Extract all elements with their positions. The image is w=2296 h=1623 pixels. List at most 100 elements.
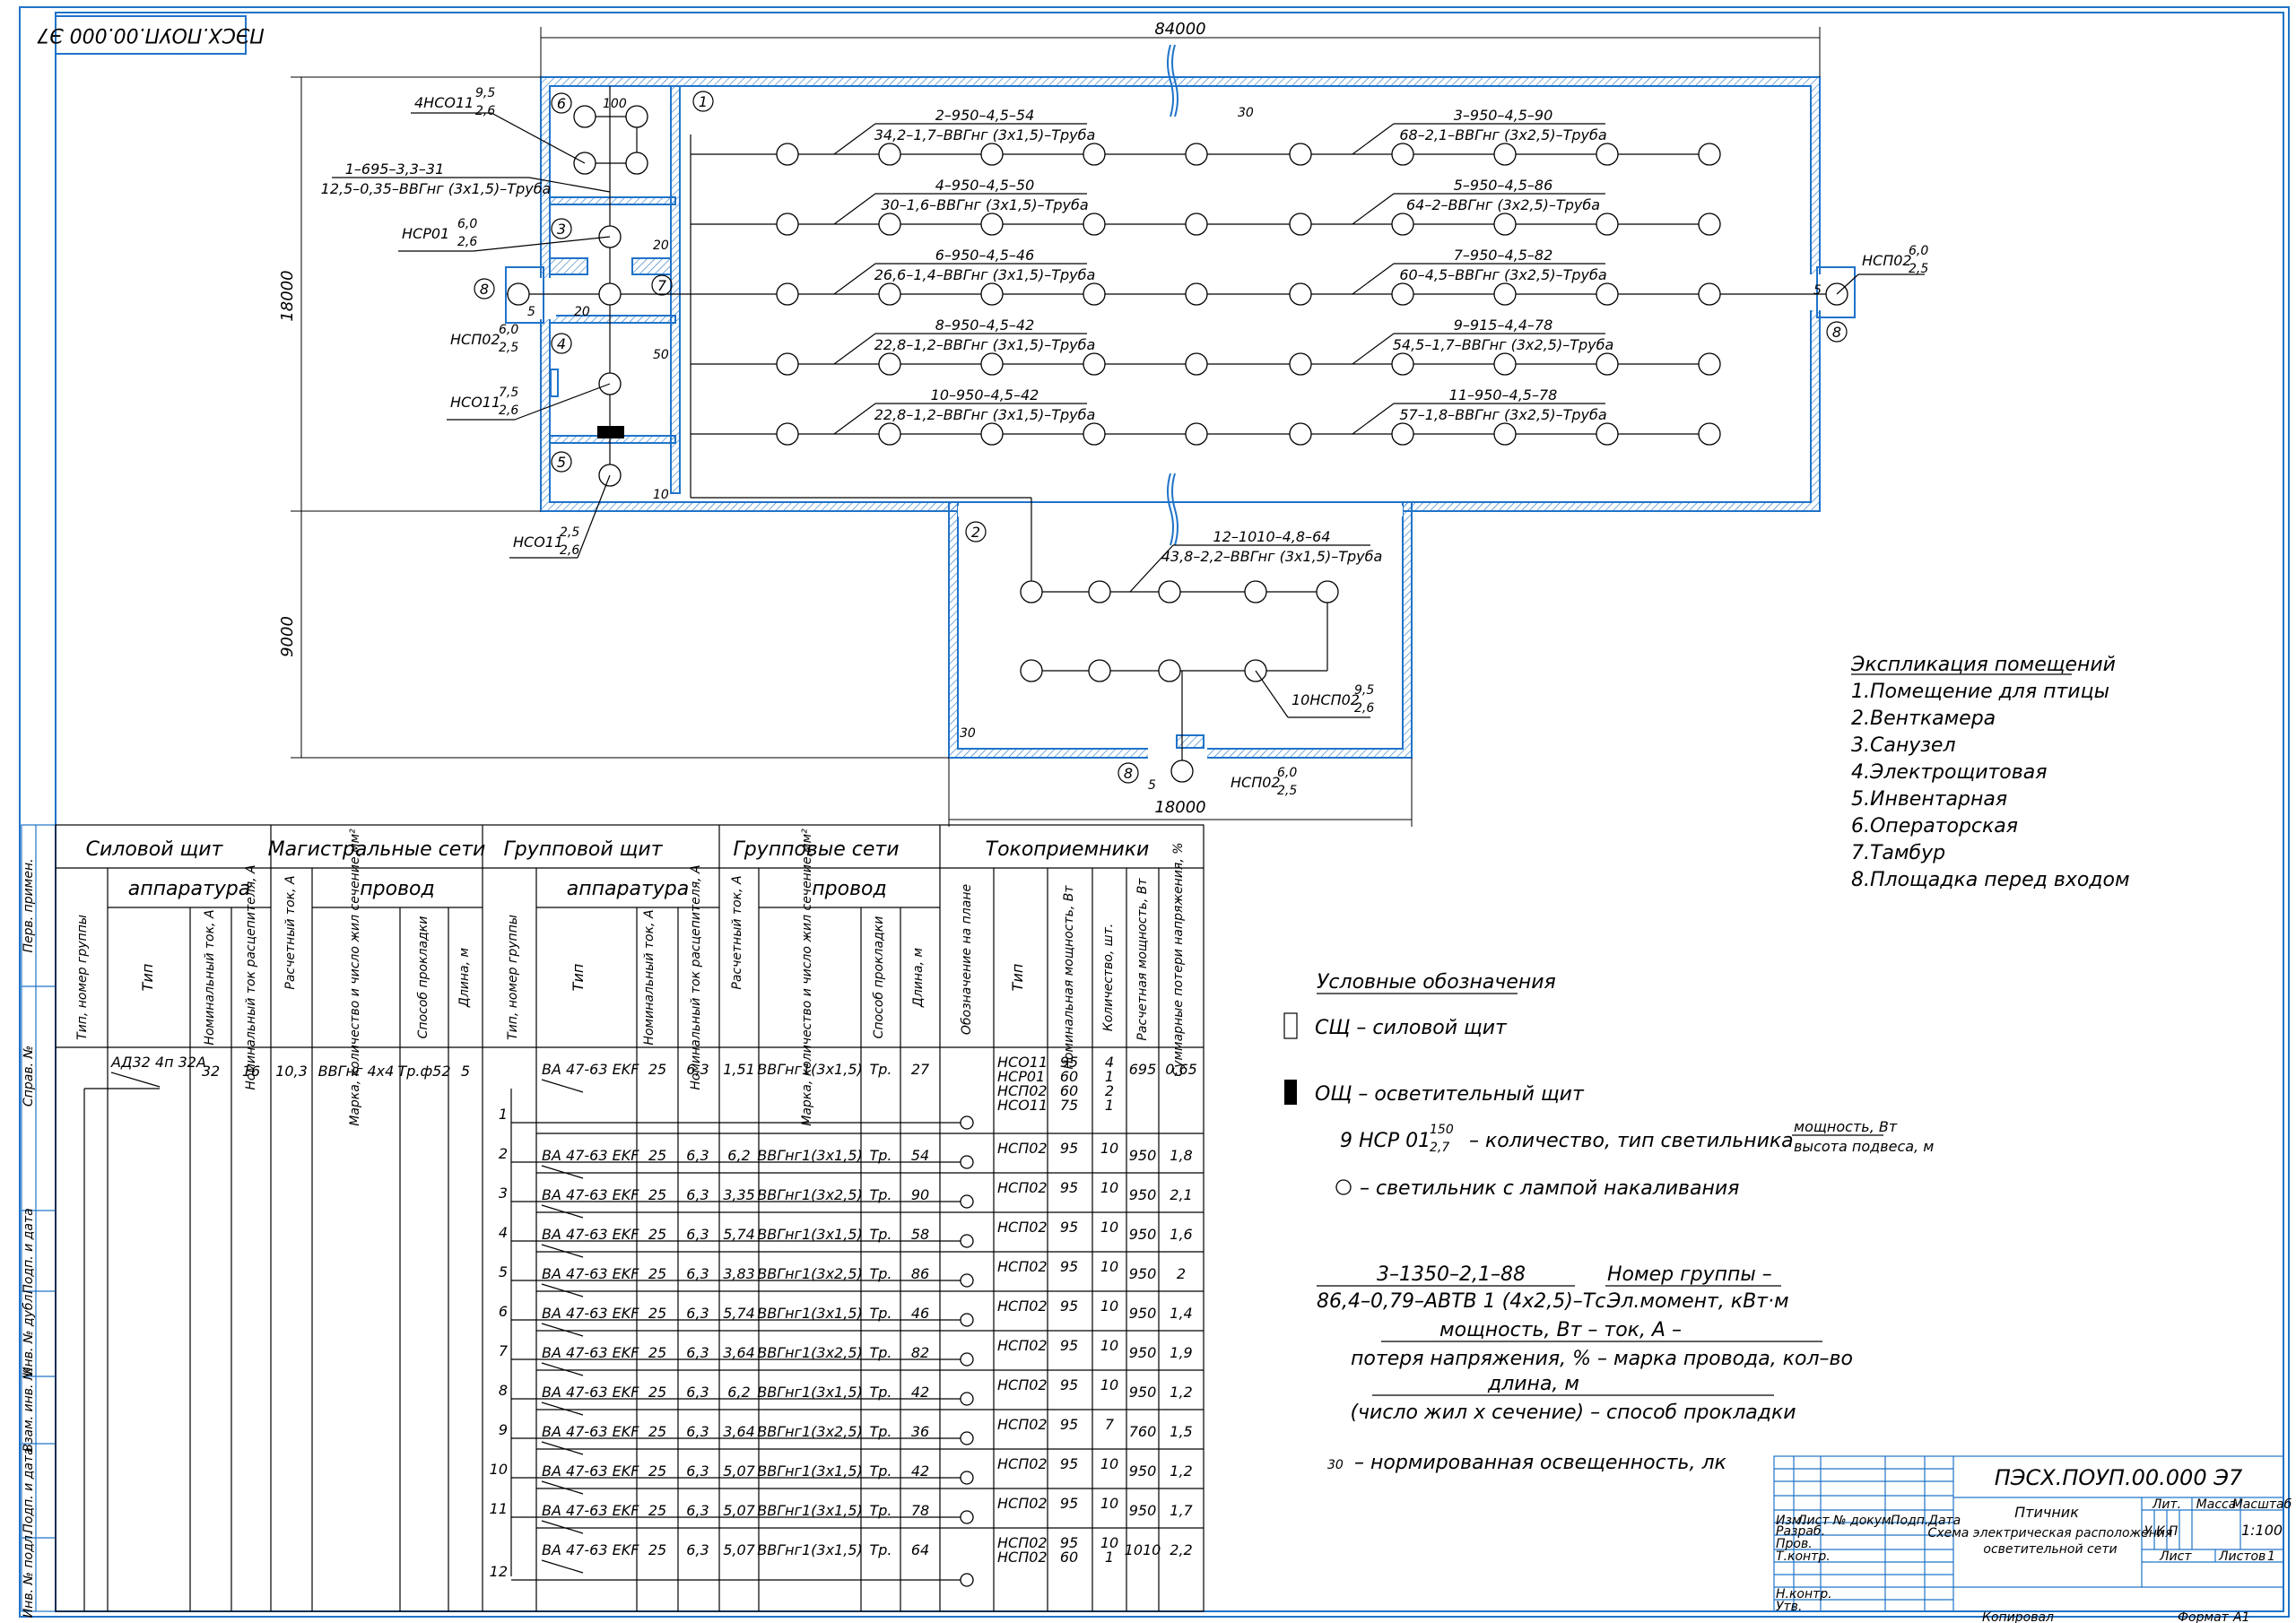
title-block-scale-label: Масштаб [2232, 1497, 2292, 1512]
title-block-sheets-value: 1 [2267, 1549, 2275, 1564]
lamp-icon [878, 282, 901, 306]
laying-method: Тр. [869, 1462, 891, 1480]
lamp-icon [507, 282, 530, 306]
nom-current: 25 [648, 1384, 666, 1401]
panel-schedule-table: Силовой щит Магистральные сети Групповой… [55, 824, 1205, 1612]
side-strip-label: Инв. № подл. [22, 1532, 36, 1619]
breaker-type: ВА 47-63 EKF [542, 1423, 639, 1440]
lamp-qty: 1 [1105, 1549, 1114, 1566]
laying-method: Тр. [869, 1541, 891, 1558]
stamp-code: ПЭСХ.ПОУП.00.000 Э7 [37, 23, 264, 46]
breaker-type: ВА 47-63 EKF [542, 1462, 639, 1480]
explication-item: 7.Тамбур [1851, 842, 1945, 864]
lamp-icon [776, 143, 799, 166]
room-number: 8 [480, 281, 489, 298]
title-block-format: Формат [2178, 1610, 2230, 1623]
breaker-type: ВА 47-63 EKF [542, 1305, 639, 1322]
lamp-icon [1083, 282, 1106, 306]
side-strip-label: Инв. № дубл. [22, 1290, 36, 1376]
legend-lamp-num: 150 [1430, 1123, 1454, 1137]
explication-item: 8.Площадка перед входом [1851, 869, 2130, 891]
title-block-format-value: А1 [2232, 1610, 2249, 1623]
legend-formula-bottom: 86,4–0,79–АВТВ 1 (4х2,5)–Тс. [1317, 1290, 1612, 1313]
drawing-sheet: ПЭСХ.ПОУП.00.000 Э7 84000 18000 9000 180… [19, 6, 2292, 1623]
lamp-icon [1391, 213, 1414, 236]
wire-length: 27 [911, 1061, 930, 1078]
title-block-scale: 1:100 [2241, 1522, 2283, 1539]
lamp-power: 95 [1060, 1455, 1078, 1472]
side-strip-label: Справ. № [22, 1046, 36, 1107]
title-block-lit-u: У [2144, 1524, 2153, 1539]
legend-power-label: мощность, Вт [1794, 1118, 1898, 1135]
group-label-bottom: 22,8–1,2–ВВГнг (3х1,5)–Труба [874, 336, 1096, 353]
breaker-type: ВА 47-63 EKF [542, 1344, 639, 1361]
explication-item: 1.Помещение для птицы [1851, 681, 2109, 703]
legend-desc5: длина, м [1487, 1373, 1579, 1395]
col-trip-current: Номинальный ток расцепителя, А [689, 864, 703, 1089]
room-number: 3 [557, 221, 566, 238]
wire-length: 36 [911, 1423, 929, 1440]
lamp-qty: 1 [1105, 1097, 1114, 1114]
group-label-top: 10–950–4,5–42 [931, 386, 1039, 404]
laying-method: Тр. [869, 1423, 891, 1440]
calc-power: 950 [1129, 1384, 1157, 1401]
lux-value: 10 [653, 488, 669, 502]
room-number: 6 [557, 95, 566, 112]
lamp-icon [1698, 422, 1721, 446]
title-block-mass: Масса [2196, 1497, 2237, 1512]
lighting-panel-legend-symbol [1284, 1080, 1297, 1105]
main-calc-current: 10,3 [275, 1063, 308, 1080]
title-block-row: Подп. [1891, 1514, 1928, 1528]
group-wire: ВВГнг1(3х1,5) [757, 1226, 863, 1243]
floor-plan [505, 44, 1856, 759]
trip-current: 6,3 [686, 1384, 709, 1401]
side-strip-label: Подп. и дата [22, 1208, 36, 1293]
laying-method: Тр. [869, 1265, 891, 1282]
lamp-icon [1698, 213, 1721, 236]
voltage-loss: 0,65 [1165, 1061, 1197, 1078]
lamp-icon [776, 213, 799, 236]
lamp-icon [1083, 422, 1106, 446]
room-explication: Экспликация помещений 1.Помещение для пт… [1850, 654, 2130, 891]
lamp-power: 9,5 [475, 86, 495, 100]
breaker-type: ВА 47-63 EKF [542, 1541, 639, 1558]
breaker-type: ВА 47-63 EKF [542, 1186, 639, 1203]
group-wire: ВВГнг1(3х2,5) [757, 1186, 863, 1203]
group-label-top: 3–950–4,5–90 [1454, 107, 1553, 124]
legend-desc1: Номер группы – [1607, 1263, 1772, 1286]
lamp-icon [1185, 282, 1208, 306]
lux-value: 20 [574, 305, 590, 319]
group-label-top: 9–915–4,4–78 [1454, 317, 1553, 334]
lamp-type-name: 10НСП02 [1292, 691, 1360, 708]
lamp-icon [960, 1273, 974, 1288]
laying-method: Тр. [869, 1061, 891, 1078]
lamp-icon [1493, 352, 1517, 376]
breaker-type: ВА 47-63 EKF [542, 1226, 639, 1243]
calc-power: 760 [1129, 1423, 1157, 1440]
breaker-type: ВА 47-63 EKF [542, 1147, 639, 1164]
table-header-group-nets: Групповые сети [733, 838, 899, 861]
lamp-type: НСП02 [997, 1549, 1048, 1566]
trip-current: 6,3 [686, 1226, 709, 1243]
lamp-icon [980, 422, 1004, 446]
title-block-sheets: Листов [2218, 1549, 2266, 1564]
main-nom-current: 32 [202, 1063, 220, 1080]
title-block-lit-k: К [2156, 1524, 2166, 1539]
title-block-lit: Лит. [2152, 1497, 2181, 1512]
dim-depth-annex: 9000 [278, 616, 297, 657]
laying-method: Тр. [869, 1502, 891, 1519]
lamp-icon [1020, 580, 1043, 603]
col-length: Длина, м [911, 947, 926, 1008]
col-method: Способ прокладки [416, 916, 430, 1039]
col-length: Длина, м [457, 947, 472, 1008]
lamp-qty: 10 [1100, 1455, 1118, 1472]
room-number: 2 [971, 524, 980, 541]
group-label-bottom: 64–2–ВВГнг (3х2,5)–Труба [1406, 196, 1600, 213]
lamp-icon [598, 282, 622, 306]
group-number: 10 [490, 1461, 508, 1478]
lamp-icon [1289, 143, 1312, 166]
legend-desc6: (число жил х сечение) – способ прокладки [1350, 1402, 1796, 1424]
table-header-apparatus: аппаратура [567, 878, 689, 900]
explication-item: 5.Инвентарная [1851, 788, 2007, 811]
table-header-group-panel: Групповой щит [503, 838, 663, 861]
